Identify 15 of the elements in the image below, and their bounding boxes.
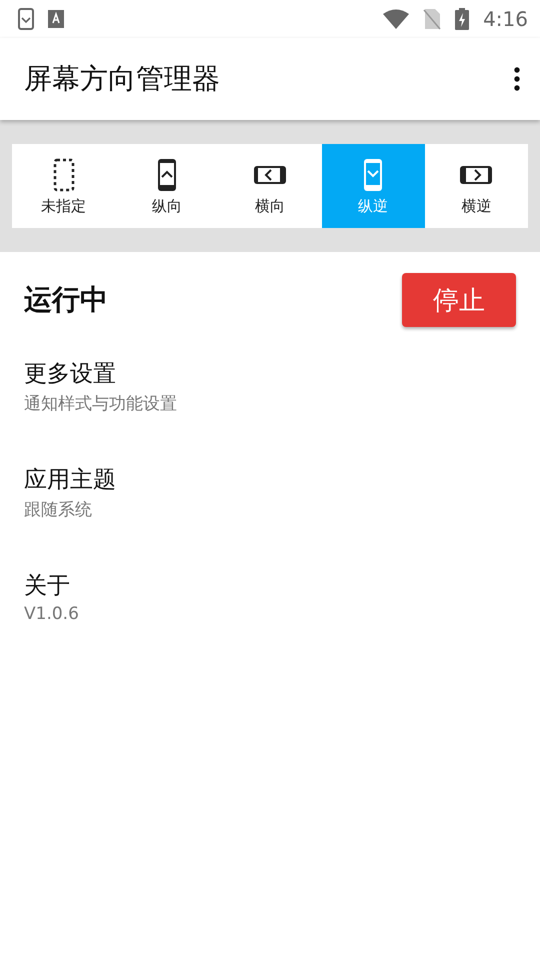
stop-button[interactable]: 停止 <box>402 273 516 327</box>
no-sim-icon <box>423 8 442 30</box>
setting-subtitle: 跟随系统 <box>24 499 93 521</box>
phone-check-icon <box>18 8 34 30</box>
battery-icon <box>455 8 470 30</box>
setting-title[interactable]: 关于 <box>24 570 516 601</box>
clock: 4:16 <box>483 7 528 31</box>
app-title: 屏幕方向管理器 <box>24 61 221 97</box>
setting-subtitle: 通知样式与功能设置 <box>24 393 178 415</box>
setting-title[interactable]: 更多设置 <box>24 358 516 389</box>
status-title: 运行中 <box>24 282 108 318</box>
setting-title[interactable]: 应用主题 <box>24 464 516 495</box>
text-icon <box>48 10 64 28</box>
wifi-icon <box>383 9 410 29</box>
setting-subtitle: V1.0.6 <box>24 604 80 624</box>
